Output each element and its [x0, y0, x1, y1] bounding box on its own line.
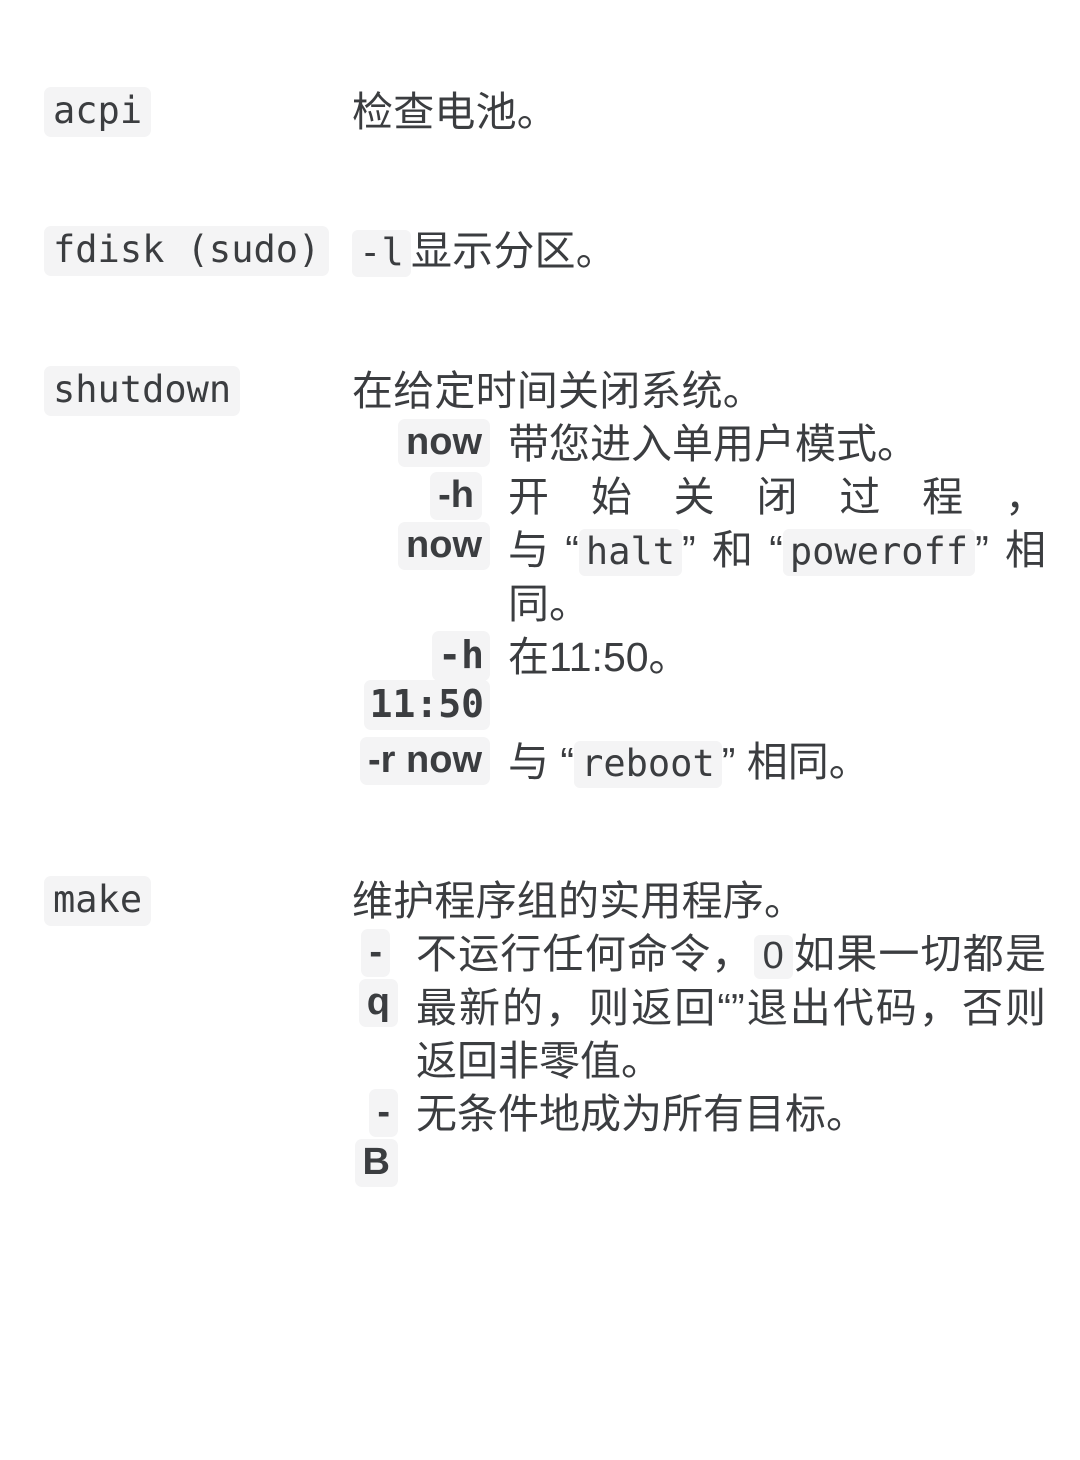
- quote-open-icon-1: “: [565, 527, 579, 574]
- command-name-cell-acpi: acpi: [0, 86, 352, 137]
- command-code-shutdown[interactable]: shutdown: [44, 365, 241, 416]
- quote-open-icon-3: “: [560, 738, 575, 785]
- option-code-fdisk-l[interactable]: -l: [352, 230, 411, 278]
- inline-code-reboot[interactable]: reboot: [574, 740, 722, 788]
- command-entry-make: make 维护程序组的实用程序。 -q 不运行任何命令， 0 如果一切都是最新的，则…: [0, 875, 1080, 1187]
- quote-close-icon-4: ”: [731, 984, 745, 1031]
- option-description-r-now: 与 “reboot” 相同。: [494, 736, 1046, 789]
- spacer-fdisk-shutdown: [0, 279, 1080, 365]
- command-code-make[interactable]: make: [44, 876, 152, 927]
- command-name-cell-make: make: [0, 875, 352, 927]
- command-description-shutdown: 在给定时间关闭系统。: [352, 367, 764, 414]
- command-code-acpi[interactable]: acpi: [44, 87, 152, 137]
- command-description-cell-acpi: 检查电池。: [352, 86, 1080, 139]
- option-desc-text-5: 相同。: [746, 738, 870, 785]
- option-description-q: 不运行任何命令， 0 如果一切都是最新的，则返回“”退出代码，否则返回非零值。: [402, 928, 1046, 1088]
- command-description-make: 维护程序组的实用程序。: [352, 878, 806, 925]
- option-code-r-now[interactable]: -r now: [360, 736, 490, 785]
- command-name-cell-fdisk: fdisk (sudo): [0, 225, 352, 277]
- option-code-B[interactable]: -B: [354, 1089, 398, 1187]
- option-table-shutdown: now 带您进入单用户模式。 -h now 开始关闭过程，与“ halt ”和“ po…: [352, 418, 1046, 789]
- option-desc-text-6: 不运行任何命令，: [416, 931, 754, 978]
- option-description-now: 带您进入单用户模式。: [508, 420, 918, 467]
- option-key-cell-r-now: -r now: [352, 736, 494, 785]
- option-key-cell-h-1150: -h 11:50: [352, 631, 494, 731]
- inline-code-poweroff[interactable]: poweroff: [782, 529, 976, 577]
- command-entry-shutdown: shutdown 在给定时间关闭系统。 now 带您进入单用户模式。 -h no…: [0, 365, 1080, 790]
- option-row-h-now: -h now 开始关闭过程，与“ halt ”和“ poweroff ”相同。: [352, 471, 1046, 631]
- option-key-cell-B: -B: [352, 1088, 402, 1187]
- quote-open-icon-2: “: [769, 527, 783, 574]
- option-description-h-now: 开始关闭过程，与“ halt ”和“ poweroff ”相同。: [494, 471, 1046, 631]
- option-key-cell-h-now: -h now: [352, 471, 494, 570]
- option-row-q: -q 不运行任何命令， 0 如果一切都是最新的，则返回“”退出代码，否则返回非零值。: [352, 928, 1046, 1088]
- command-reference-page: acpi 检查电池。 fdisk (sudo) -l 显示分区。 shutdown…: [0, 0, 1080, 1460]
- option-row-B: -B 无条件地成为所有目标。: [352, 1088, 1046, 1187]
- inline-code-zero[interactable]: 0: [753, 935, 793, 980]
- quote-close-icon-3: ”: [721, 738, 736, 785]
- command-description-acpi: 检查电池。: [352, 89, 558, 135]
- option-code-now[interactable]: now: [398, 418, 490, 467]
- option-row-r-now: -r now 与 “reboot” 相同。: [352, 736, 1046, 789]
- option-desc-text-2: 和: [695, 527, 770, 574]
- option-key-cell-q: -q: [352, 928, 402, 1027]
- command-description-fdisk: -l 显示分区。: [352, 225, 1046, 278]
- option-row-h-1150: -h 11:50 在11:50。: [352, 631, 1046, 731]
- command-description-cell-make: 维护程序组的实用程序。 -q 不运行任何命令， 0 如果一切都是最新的，则返回“”退…: [352, 875, 1080, 1187]
- option-key-cell-now: now: [352, 418, 494, 467]
- spacer-shutdown-make: [0, 789, 1080, 875]
- command-code-fdisk[interactable]: fdisk (sudo): [44, 226, 330, 277]
- option-desc-text-4: 与: [508, 738, 549, 785]
- command-name-cell-shutdown: shutdown: [0, 365, 352, 416]
- quote-close-icon-1: ”: [682, 527, 696, 574]
- option-code-h-now[interactable]: -h now: [398, 472, 490, 570]
- option-table-make: -q 不运行任何命令， 0 如果一切都是最新的，则返回“”退出代码，否则返回非零值。…: [352, 928, 1046, 1187]
- command-entry-fdisk: fdisk (sudo) -l 显示分区。: [0, 225, 1080, 278]
- command-entry-acpi: acpi 检查电池。: [0, 86, 1080, 139]
- option-code-h-1150[interactable]: -h 11:50: [363, 631, 490, 731]
- option-description-h-1150: 在11:50。: [508, 634, 690, 681]
- option-code-q[interactable]: -q: [358, 929, 398, 1027]
- quote-close-icon-2: ”: [975, 527, 989, 574]
- command-description-cell-fdisk: -l 显示分区。: [352, 225, 1080, 278]
- spacer-acpi-fdisk: [0, 139, 1080, 225]
- option-row-now: now 带您进入单用户模式。: [352, 418, 1046, 471]
- quote-open-icon-4: “: [717, 984, 731, 1031]
- option-description-B: 无条件地成为所有目标。: [416, 1091, 867, 1138]
- command-description-fdisk-text: 显示分区。: [410, 228, 617, 275]
- inline-code-halt[interactable]: halt: [578, 529, 683, 577]
- command-description-cell-shutdown: 在给定时间关闭系统。 now 带您进入单用户模式。 -h now 开始关闭过程，…: [352, 365, 1080, 790]
- spacer-top: [0, 0, 1080, 86]
